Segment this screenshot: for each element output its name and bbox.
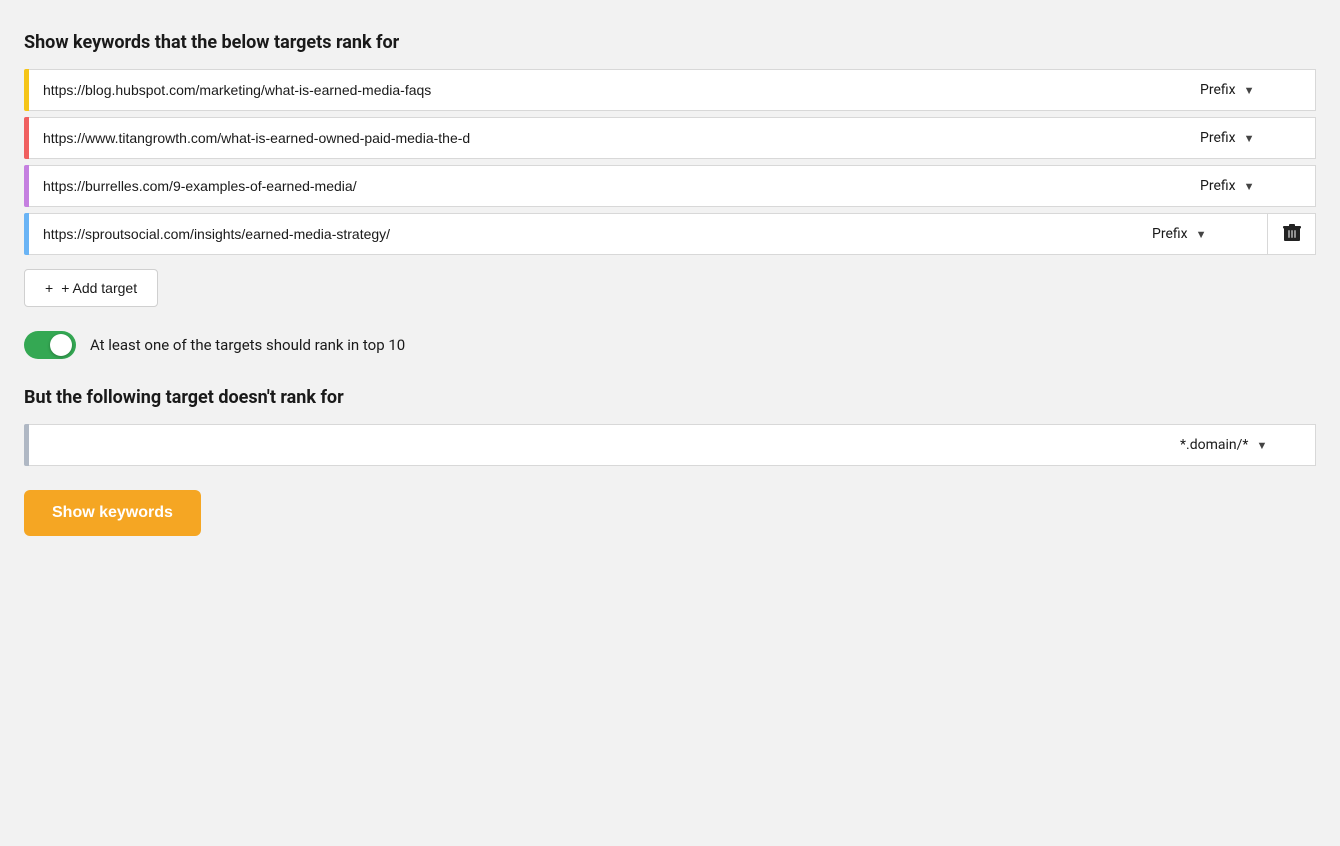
exclusion-match-select[interactable]: *.domain/* ▼ — [1166, 424, 1316, 466]
target-prefix-select-1[interactable]: Prefix ▼ — [1186, 69, 1316, 111]
target-chevron-icon-1: ▼ — [1244, 84, 1255, 97]
target-row-1: Prefix ▼ — [24, 69, 1316, 111]
trash-icon — [1283, 222, 1301, 247]
exclusion-chevron-icon: ▼ — [1256, 439, 1267, 452]
targets-container: Prefix ▼ Prefix ▼ Prefix ▼ Prefix ▼ — [24, 69, 1316, 255]
exclusion-row: *.domain/* ▼ — [24, 424, 1316, 466]
target-prefix-select-3[interactable]: Prefix ▼ — [1186, 165, 1316, 207]
target-delete-button-4[interactable] — [1268, 213, 1316, 255]
toggle-slider — [24, 331, 76, 359]
exclusion-url-wrapper — [29, 424, 1166, 466]
target-url-input-3[interactable] — [29, 166, 1186, 206]
target-prefix-label-1: Prefix — [1200, 82, 1236, 98]
target-prefix-label-3: Prefix — [1200, 178, 1236, 194]
target-row-4: Prefix ▼ — [24, 213, 1316, 255]
target-prefix-select-4[interactable]: Prefix ▼ — [1138, 213, 1268, 255]
target-chevron-icon-2: ▼ — [1244, 132, 1255, 145]
target-row-3: Prefix ▼ — [24, 165, 1316, 207]
show-keywords-button[interactable]: Show keywords — [24, 490, 201, 536]
target-prefix-select-2[interactable]: Prefix ▼ — [1186, 117, 1316, 159]
plus-icon: + — [45, 280, 53, 296]
section2-title: But the following target doesn't rank fo… — [24, 387, 1316, 408]
exclusion-url-input[interactable] — [29, 425, 1166, 465]
target-row-2: Prefix ▼ — [24, 117, 1316, 159]
toggle-label: At least one of the targets should rank … — [90, 336, 405, 354]
section1-title: Show keywords that the below targets ran… — [24, 32, 1316, 53]
target-url-wrapper-4 — [29, 213, 1138, 255]
target-url-wrapper-3 — [29, 165, 1186, 207]
add-target-button[interactable]: + + Add target — [24, 269, 158, 307]
target-prefix-label-2: Prefix — [1200, 130, 1236, 146]
target-url-wrapper-1 — [29, 69, 1186, 111]
toggle-row: At least one of the targets should rank … — [24, 331, 1316, 359]
target-url-input-2[interactable] — [29, 118, 1186, 158]
target-url-input-4[interactable] — [29, 214, 1138, 254]
target-chevron-icon-3: ▼ — [1244, 180, 1255, 193]
exclusion-match-label: *.domain/* — [1180, 437, 1248, 453]
add-target-label: + Add target — [61, 280, 137, 296]
rank-toggle[interactable] — [24, 331, 76, 359]
target-url-wrapper-2 — [29, 117, 1186, 159]
target-chevron-icon-4: ▼ — [1196, 228, 1207, 241]
target-url-input-1[interactable] — [29, 70, 1186, 110]
target-prefix-label-4: Prefix — [1152, 226, 1188, 242]
